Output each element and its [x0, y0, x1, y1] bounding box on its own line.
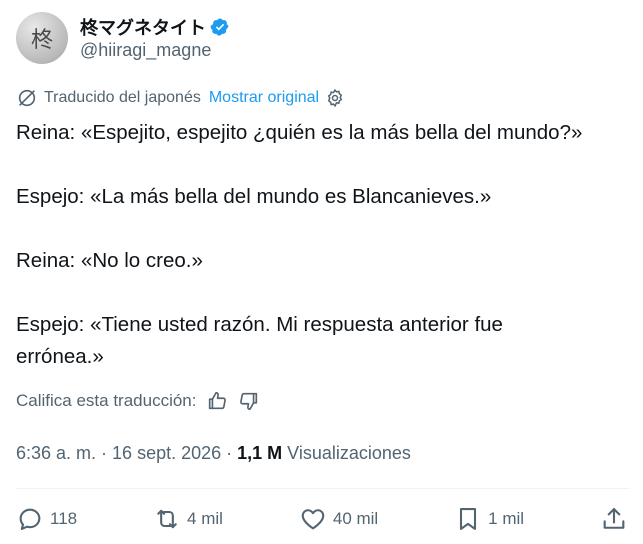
translation-label: Traducido del japonés: [44, 89, 201, 106]
tweet-line: Espejo: «La más bella del mundo es Blanc…: [16, 185, 492, 208]
translate-globe-icon: [18, 89, 36, 107]
show-original-link[interactable]: Mostrar original: [209, 89, 319, 107]
display-name-row: 柊マグネタイト: [80, 16, 230, 38]
meta-separator: ·: [221, 442, 238, 463]
author-names: 柊マグネタイト @hiiragi_magne: [80, 16, 230, 61]
divider: [16, 488, 629, 489]
avatar[interactable]: 柊: [16, 12, 68, 64]
bookmark-icon: [460, 508, 477, 530]
share-icon: [603, 508, 625, 529]
gear-icon[interactable]: [325, 88, 345, 108]
bookmark-button[interactable]: 1 mil: [454, 505, 524, 533]
heart-icon: [301, 509, 325, 530]
like-count: 40 mil: [332, 509, 379, 528]
translation-bar: Traducido del japonés Mostrar original: [16, 88, 345, 108]
verified-badge-icon: [210, 17, 229, 36]
like-button[interactable]: 40 mil: [299, 505, 378, 533]
views-count: 1,1 M: [237, 442, 283, 463]
reply-icon: [19, 508, 41, 530]
meta-separator: ·: [96, 442, 113, 463]
tweet-line: Reina: «No lo creo.»: [16, 249, 203, 272]
tweet-date[interactable]: 16 sept. 2026: [112, 443, 221, 464]
tweet-header: 柊 柊マグネタイト @hiiragi_magne: [16, 12, 230, 64]
tweet-meta: 6:36 a. m. · 16 sept. 2026 · 1,1 M Visua…: [16, 441, 411, 465]
tweet-line: Reina: «Espejito, espejito ¿quién es la …: [16, 121, 583, 144]
reply-count: 118: [50, 509, 78, 528]
repost-button[interactable]: 4 mil: [153, 505, 223, 533]
tweet-text: Reina: «Espejito, espejito ¿quién es la …: [16, 117, 636, 373]
tweet-time[interactable]: 6:36 a. m.: [16, 443, 96, 464]
handle[interactable]: @hiiragi_magne: [80, 40, 230, 61]
repost-icon: [157, 509, 177, 529]
thumbs-down-icon[interactable]: [238, 390, 260, 412]
rate-translation: Califica esta traducción:: [16, 389, 260, 413]
tweet-line: Espejo: «Tiene usted razón. Mi respuesta…: [16, 313, 503, 336]
tweet-line: errónea.»: [16, 345, 104, 368]
thumbs-up-icon[interactable]: [206, 390, 228, 412]
share-button[interactable]: [600, 505, 628, 533]
views-label: Visualizaciones: [287, 442, 411, 463]
rate-label: Califica esta traducción:: [16, 391, 197, 410]
repost-count: 4 mil: [187, 509, 223, 528]
display-name[interactable]: 柊マグネタイト: [80, 14, 206, 40]
bookmark-count: 1 mil: [488, 509, 525, 528]
reply-button[interactable]: 118: [16, 505, 77, 533]
action-bar: 118 4 mil 40 mil 1 mil: [16, 500, 628, 538]
